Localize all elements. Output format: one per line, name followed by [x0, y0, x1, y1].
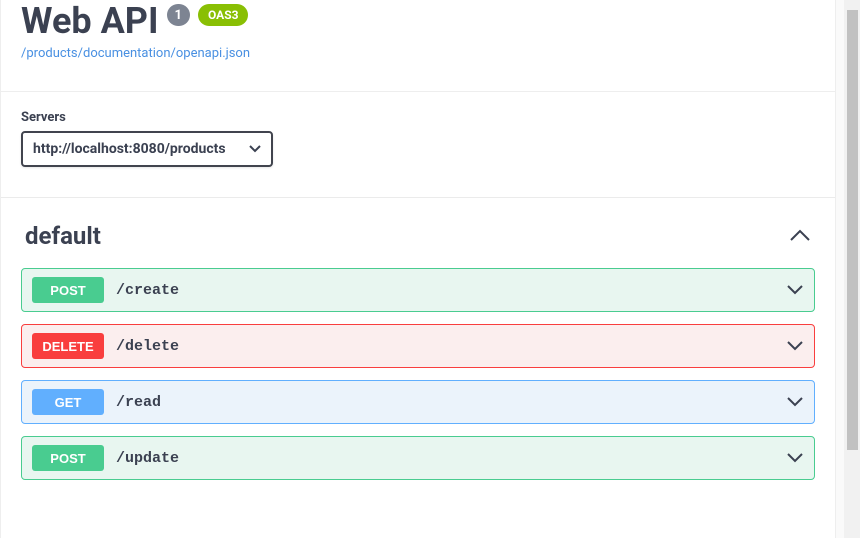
chevron-down-icon — [786, 340, 804, 352]
scrollbar-vertical[interactable] — [844, 0, 860, 538]
operation-row[interactable]: POST/create — [21, 268, 815, 312]
chevron-down-icon — [786, 284, 804, 296]
tag-header[interactable]: default — [21, 218, 815, 268]
chevron-down-icon — [786, 396, 804, 408]
chevron-down-icon — [786, 452, 804, 464]
header: Web API 1 OAS3 /products/documentation/o… — [1, 0, 835, 91]
operation-path: /update — [116, 450, 786, 467]
operation-row[interactable]: GET/read — [21, 380, 815, 424]
main-content: Web API 1 OAS3 /products/documentation/o… — [0, 0, 836, 538]
method-badge: POST — [32, 277, 104, 303]
openapi-doc-link[interactable]: /products/documentation/openapi.json — [21, 46, 250, 61]
servers-section: Servers http://localhost:8080/products — [1, 91, 835, 197]
api-title: Web API — [21, 0, 159, 42]
operation-path: /delete — [116, 338, 786, 355]
version-badge: 1 — [167, 4, 190, 26]
servers-label: Servers — [21, 110, 815, 125]
server-select[interactable]: http://localhost:8080/products — [21, 131, 273, 167]
tag-name: default — [25, 222, 101, 250]
method-badge: GET — [32, 389, 104, 415]
operation-row[interactable]: POST/update — [21, 436, 815, 480]
chevron-up-icon — [789, 229, 811, 243]
server-selected-value: http://localhost:8080/products — [33, 141, 226, 157]
operation-path: /create — [116, 282, 786, 299]
operations-list: POST/create DELETE/delete GET/read POST/upd… — [21, 268, 815, 480]
scrollbar-thumb[interactable] — [847, 10, 858, 450]
title-row: Web API 1 OAS3 — [21, 0, 815, 42]
method-badge: POST — [32, 445, 104, 471]
operations-section: default POST/create DELETE/delete GET/read… — [1, 197, 835, 512]
operation-row[interactable]: DELETE/delete — [21, 324, 815, 368]
chevron-down-icon — [249, 145, 261, 153]
method-badge: DELETE — [32, 333, 104, 359]
oas-badge: OAS3 — [198, 4, 249, 26]
operation-path: /read — [116, 394, 786, 411]
